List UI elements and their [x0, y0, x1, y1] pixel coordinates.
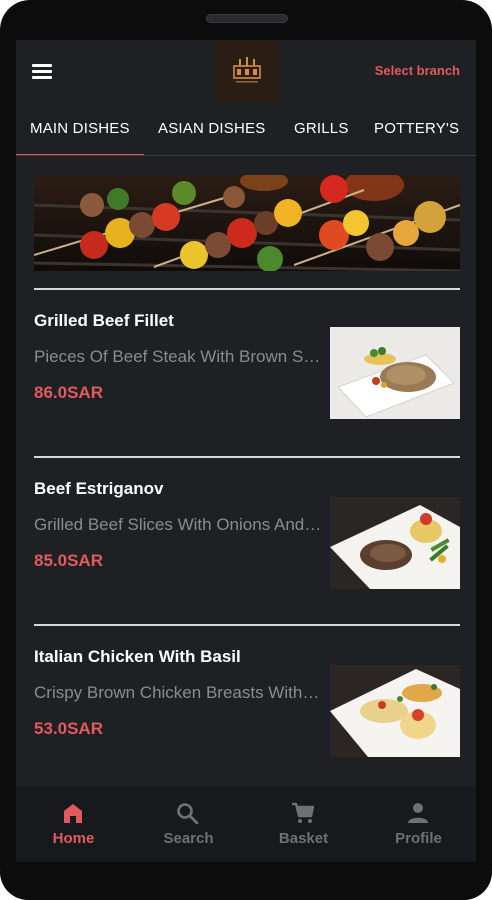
app-screen: Select branch MAIN DISHES ASIAN DISHES G…: [16, 40, 476, 862]
dish-description: Pieces Of Beef Steak With Brown Sauce: [34, 347, 324, 366]
person-icon: [408, 803, 428, 823]
divider: [34, 624, 460, 626]
dish-photo: [330, 327, 460, 419]
grills-banner-image: [34, 175, 460, 271]
bottom-navigation: Home Search Basket Profile: [16, 786, 476, 862]
tab-main-dishes[interactable]: MAIN DISHES: [30, 120, 130, 137]
nav-search[interactable]: Search: [131, 786, 246, 862]
category-tabs: MAIN DISHES ASIAN DISHES GRILLS POTTERY'…: [16, 106, 476, 156]
dish-price: 53.0SAR: [34, 719, 103, 738]
phone-bottom-bezel: [0, 872, 492, 900]
restaurant-logo-icon: [215, 40, 278, 102]
tab-potterys[interactable]: POTTERY'S: [374, 120, 459, 137]
dish-name: Grilled Beef Fillet: [34, 311, 174, 330]
nav-profile-label: Profile: [395, 830, 442, 847]
select-branch-link[interactable]: Select branch: [375, 63, 460, 78]
phone-frame: Select branch MAIN DISHES ASIAN DISHES G…: [0, 0, 492, 900]
dish-description: Grilled Beef Slices With Onions And Mush…: [34, 515, 324, 534]
dish-price: 85.0SAR: [34, 551, 103, 570]
tab-asian-dishes[interactable]: ASIAN DISHES: [158, 120, 265, 137]
dish-card[interactable]: Beef Estriganov Grilled Beef Slices With…: [34, 459, 460, 599]
dish-photo: [330, 497, 460, 589]
dish-photo: [330, 665, 460, 757]
dish-price: 86.0SAR: [34, 383, 103, 402]
dish-card[interactable]: Italian Chicken With Basil Crispy Brown …: [34, 627, 460, 767]
divider: [34, 288, 460, 290]
active-tab-indicator: [16, 154, 144, 155]
nav-search-label: Search: [163, 830, 214, 847]
dish-name: Beef Estriganov: [34, 479, 164, 498]
dish-name: Italian Chicken With Basil: [34, 647, 241, 666]
nav-home-label: Home: [52, 830, 95, 847]
tab-grills[interactable]: GRILLS: [294, 120, 349, 137]
nav-profile[interactable]: Profile: [361, 786, 476, 862]
divider: [34, 456, 460, 458]
home-icon: [64, 804, 82, 823]
dish-description: Crispy Brown Chicken Breasts With Basil: [34, 683, 324, 702]
menu-icon[interactable]: [32, 64, 52, 80]
phone-speaker: [206, 14, 288, 23]
nav-basket[interactable]: Basket: [246, 786, 361, 862]
search-icon: [177, 803, 199, 824]
dish-card[interactable]: Grilled Beef Fillet Pieces Of Beef Steak…: [34, 291, 460, 431]
nav-home[interactable]: Home: [16, 786, 131, 862]
app-header: Select branch: [16, 40, 476, 102]
nav-basket-label: Basket: [278, 830, 329, 847]
cart-icon: [292, 802, 315, 823]
